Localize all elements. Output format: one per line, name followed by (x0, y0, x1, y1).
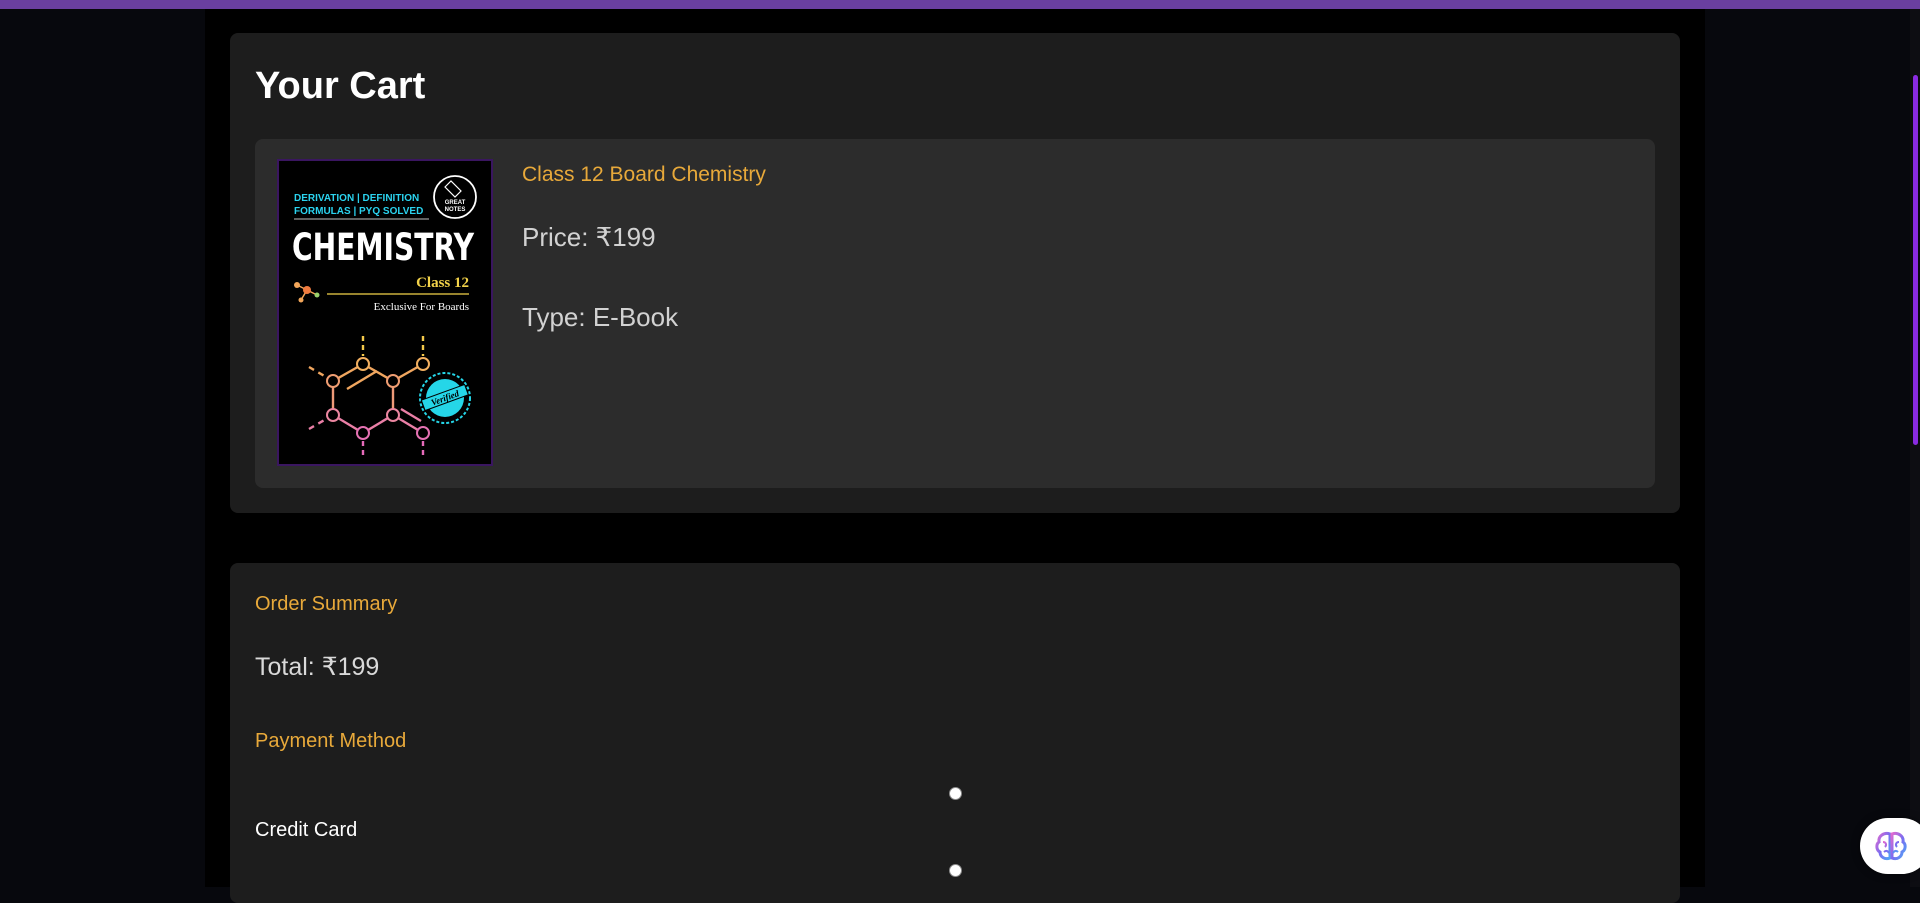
cover-logo-line2: NOTES (445, 207, 466, 213)
product-name-link[interactable]: Class 12 Board Chemistry (522, 163, 766, 187)
product-price: Price: ₹199 (522, 222, 656, 252)
credit-card-label[interactable]: Credit Card (255, 819, 357, 842)
cover-class: Class 12 (416, 275, 469, 291)
payment-option-radio-2[interactable] (949, 864, 962, 877)
cover-logo-line1: GREAT (445, 200, 466, 206)
page-title: Your Cart (255, 65, 426, 107)
order-summary-heading: Order Summary (255, 593, 398, 615)
assistant-button[interactable] (1860, 818, 1920, 874)
cover-tagline-1: DERIVATION | DEFINITION (294, 193, 419, 204)
order-total: Total: ₹199 (255, 653, 380, 681)
product-type: Type: E-Book (522, 302, 679, 332)
product-cover-image[interactable]: GREAT NOTES DERIVATION | DEFINITION FORM… (277, 159, 493, 466)
cover-subtitle: Exclusive For Boards (374, 301, 469, 313)
cart-item: GREAT NOTES DERIVATION | DEFINITION FORM… (255, 139, 1655, 488)
cover-title: CHEMISTRY (292, 226, 475, 269)
cart-panel: Your Cart GREAT NOTES DERIVATION | DEFIN… (230, 33, 1680, 513)
credit-card-radio[interactable] (949, 787, 962, 800)
top-accent-bar (0, 0, 1920, 9)
payment-method-heading: Payment Method (255, 730, 407, 752)
chemistry-cover-art: GREAT NOTES DERIVATION | DEFINITION FORM… (279, 161, 491, 464)
scrollbar-thumb[interactable] (1913, 75, 1918, 445)
order-summary-panel: Order Summary Total: ₹199 Payment Method… (230, 563, 1680, 903)
brain-icon (1875, 832, 1907, 861)
cover-tagline-2: FORMULAS | PYQ SOLVED (294, 206, 423, 217)
